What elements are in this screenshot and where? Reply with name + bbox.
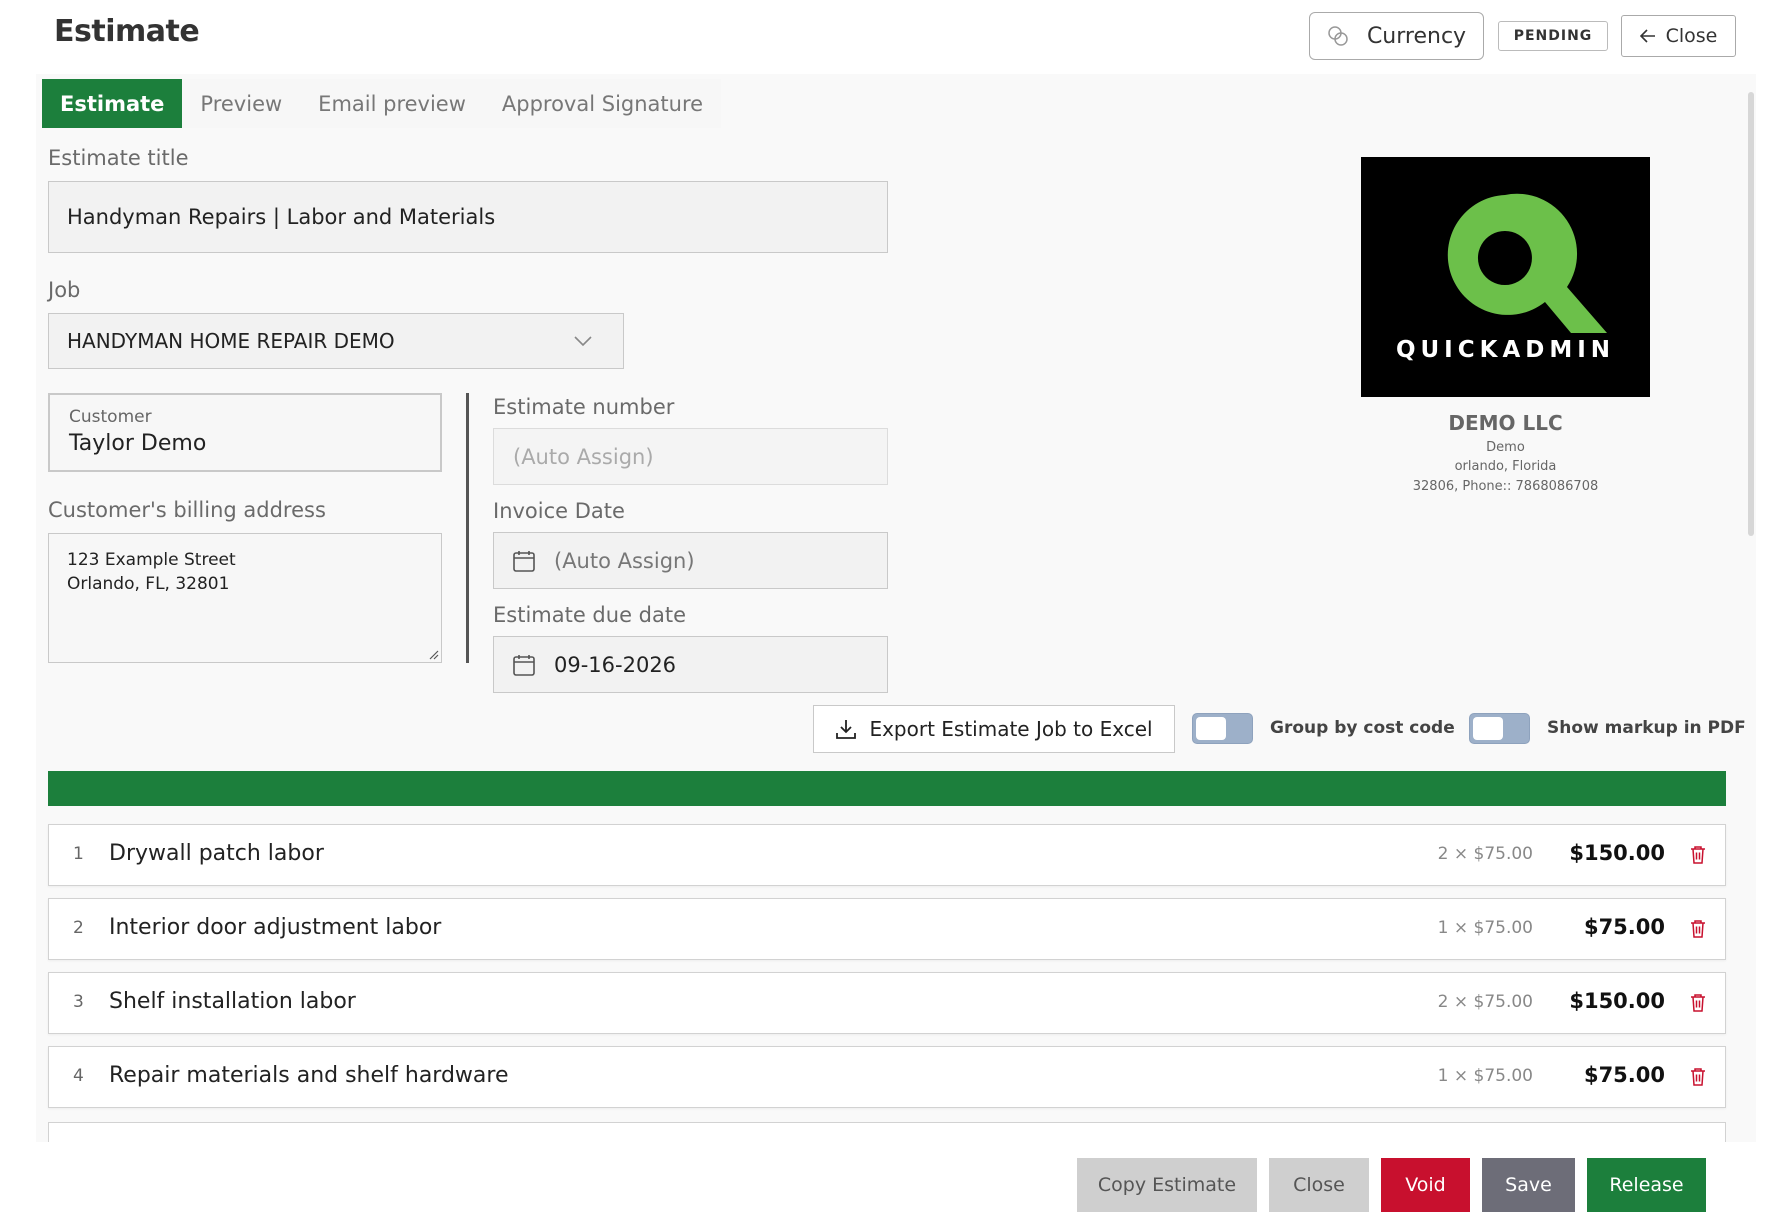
resize-handle-icon[interactable]: [427, 648, 439, 660]
status-badge: PENDING: [1498, 21, 1608, 51]
due-date-input[interactable]: 09-16-2026: [493, 636, 888, 693]
billing-address-line: Orlando, FL, 32801: [67, 574, 230, 594]
estimate-title-input[interactable]: Handyman Repairs | Labor and Materials: [48, 181, 888, 253]
scrollbar-thumb[interactable]: [1748, 92, 1754, 536]
line-item-quantity: 2 × $75.00: [1437, 992, 1533, 1012]
copy-estimate-button[interactable]: Copy Estimate: [1077, 1158, 1257, 1212]
billing-address-textarea[interactable]: 123 Example Street Orlando, FL, 32801: [48, 533, 442, 663]
arrow-left-icon: [1639, 29, 1655, 43]
line-item-total: $150.00: [1569, 841, 1665, 865]
line-item-number: 1: [73, 844, 84, 864]
save-button[interactable]: Save: [1482, 1158, 1575, 1212]
calendar-icon: [513, 550, 535, 572]
line-item-description: Interior door adjustment labor: [109, 915, 442, 940]
line-item-number: 2: [73, 918, 84, 938]
company-line: Demo: [1486, 440, 1525, 455]
trash-icon[interactable]: [1690, 993, 1706, 1013]
tab-approval-signature[interactable]: Approval Signature: [484, 79, 721, 128]
trash-icon[interactable]: [1690, 1067, 1706, 1087]
line-item-total: $75.00: [1583, 915, 1665, 939]
due-date-label: Estimate due date: [493, 603, 687, 627]
line-item-description: Drywall patch labor: [109, 841, 324, 866]
estimate-title-label: Estimate title: [48, 146, 189, 170]
show-markup-toggle[interactable]: [1469, 713, 1530, 744]
due-date-value: 09-16-2026: [554, 652, 677, 677]
line-item-row[interactable]: 1 Drywall patch labor 2 × $75.00 $150.00: [48, 824, 1726, 886]
line-item-quantity: 1 × $75.00: [1437, 918, 1533, 938]
job-label: Job: [48, 278, 81, 302]
company-line: orlando, Florida: [1454, 459, 1557, 474]
job-select[interactable]: HANDYMAN HOME REPAIR DEMO: [48, 313, 624, 369]
tab-bar: Estimate Preview Email preview Approval …: [42, 79, 722, 128]
tab-estimate[interactable]: Estimate: [42, 79, 183, 128]
export-excel-label: Export Estimate Job to Excel: [869, 717, 1153, 741]
group-by-cost-code-label: Group by cost code: [1270, 718, 1455, 738]
line-items-header-bar: [48, 771, 1726, 806]
currency-label: Currency: [1366, 23, 1467, 49]
line-item-number: 4: [73, 1066, 84, 1086]
company-line: 32806, Phone:: 7868086708: [1412, 479, 1599, 494]
invoice-date-label: Invoice Date: [493, 499, 625, 523]
billing-address-label: Customer's billing address: [48, 498, 326, 522]
line-item-row[interactable]: 3 Shelf installation labor 2 × $75.00 $1…: [48, 972, 1726, 1034]
void-button[interactable]: Void: [1381, 1158, 1470, 1212]
export-excel-button[interactable]: Export Estimate Job to Excel: [813, 705, 1175, 753]
tab-preview[interactable]: Preview: [182, 79, 300, 128]
close-top-button[interactable]: Close: [1621, 15, 1736, 57]
chevron-down-icon: [574, 336, 592, 347]
close-button[interactable]: Close: [1269, 1158, 1369, 1212]
line-item-row[interactable]: 2 Interior door adjustment labor 1 × $75…: [48, 898, 1726, 960]
show-markup-label: Show markup in PDF: [1547, 718, 1746, 738]
line-item-description: Shelf installation labor: [109, 989, 356, 1014]
line-item-quantity: 1 × $75.00: [1437, 1066, 1533, 1086]
line-item-number: 3: [73, 992, 84, 1012]
line-item-description: Repair materials and shelf hardware: [109, 1063, 509, 1088]
company-name: DEMO LLC: [1448, 411, 1563, 435]
line-item-quantity: 2 × $75.00: [1437, 844, 1533, 864]
estimate-number-label: Estimate number: [493, 395, 675, 419]
close-top-label: Close: [1665, 25, 1718, 47]
tab-email-preview[interactable]: Email preview: [300, 79, 484, 128]
download-icon: [836, 720, 857, 739]
release-button[interactable]: Release: [1587, 1158, 1706, 1212]
page-title: Estimate: [54, 14, 200, 49]
line-item-total: $75.00: [1583, 1063, 1665, 1087]
vertical-divider: [466, 393, 469, 663]
logo-text: QUICKADMIN: [1395, 337, 1616, 363]
estimate-number-input[interactable]: (Auto Assign): [493, 428, 888, 485]
line-item-row[interactable]: 4 Repair materials and shelf hardware 1 …: [48, 1046, 1726, 1108]
customer-value: Taylor Demo: [69, 431, 207, 456]
billing-address-line: 123 Example Street: [67, 550, 236, 570]
customer-field[interactable]: Customer Taylor Demo: [48, 393, 442, 472]
trash-icon[interactable]: [1690, 845, 1706, 865]
toggle-knob: [1473, 717, 1503, 740]
customer-label: Customer: [69, 407, 152, 427]
calendar-icon: [513, 654, 535, 676]
group-by-cost-code-toggle[interactable]: [1192, 713, 1253, 744]
invoice-date-input[interactable]: (Auto Assign): [493, 532, 888, 589]
invoice-date-value: (Auto Assign): [554, 548, 695, 573]
job-value: HANDYMAN HOME REPAIR DEMO: [67, 329, 395, 353]
trash-icon[interactable]: [1690, 919, 1706, 939]
currency-button[interactable]: Currency: [1309, 12, 1484, 60]
currency-icon: [1328, 26, 1348, 46]
line-item-total: $150.00: [1569, 989, 1665, 1013]
toggle-knob: [1196, 717, 1226, 740]
line-item-row[interactable]: [48, 1122, 1726, 1142]
